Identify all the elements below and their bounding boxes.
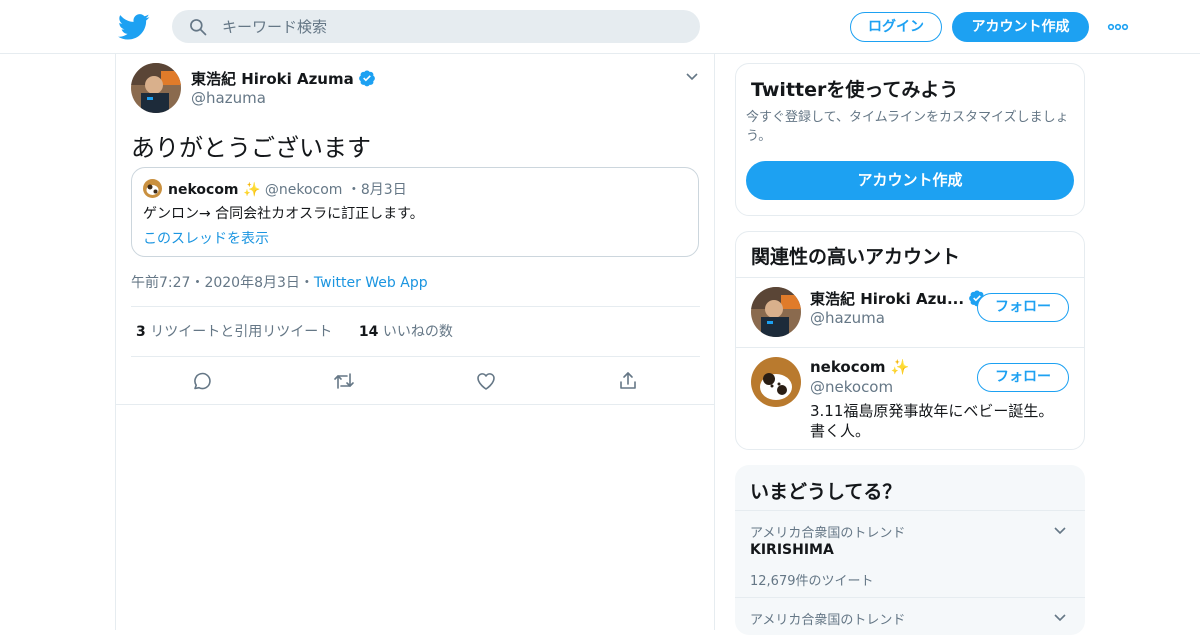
author-name-text[interactable]: 東浩紀 Hiroki Azuma bbox=[191, 70, 354, 88]
trend-tweet-count: 12,679件のツイート bbox=[750, 574, 874, 589]
create-account-button[interactable]: アカウント作成 bbox=[746, 161, 1074, 200]
like-stat[interactable]: 14 いいねの数 bbox=[359, 324, 453, 340]
like-heart-icon[interactable] bbox=[474, 369, 498, 393]
account-avatar-image bbox=[751, 287, 801, 337]
divider bbox=[131, 356, 700, 357]
author-avatar-image bbox=[131, 63, 181, 113]
follow-button[interactable]: フォロー bbox=[977, 293, 1069, 322]
account-name[interactable]: nekocom ✨ bbox=[810, 358, 909, 376]
divider bbox=[736, 277, 1084, 278]
chevron-down-icon[interactable] bbox=[1052, 522, 1068, 538]
chevron-down-icon[interactable] bbox=[684, 68, 700, 84]
signup-button[interactable]: アカウント作成 bbox=[952, 12, 1089, 42]
quoted-avatar-image bbox=[143, 179, 162, 198]
avatar[interactable] bbox=[131, 63, 181, 113]
account-handle[interactable]: @hazuma bbox=[810, 309, 885, 327]
trend-context: アメリカ合衆国のトレンド bbox=[750, 526, 906, 541]
account-bio: 3.11福島原発事故年にベビー誕生。 書く人。 bbox=[810, 402, 1054, 440]
author-handle[interactable]: @hazuma bbox=[191, 89, 266, 107]
follow-button[interactable]: フォロー bbox=[977, 363, 1069, 392]
trend-context: アメリカ合衆国のトレンド bbox=[750, 613, 906, 628]
sparkles-emoji: ✨ bbox=[242, 182, 261, 198]
divider bbox=[735, 510, 1085, 511]
search-box[interactable] bbox=[172, 10, 700, 43]
more-options-icon[interactable] bbox=[1107, 18, 1129, 36]
related-accounts-title: 関連性の高いアカウント bbox=[751, 246, 961, 268]
quoted-tweet[interactable]: nekocom ✨ @nekocom ・8月3日 ゲンロン→ 合同会社カオスラに… bbox=[131, 167, 699, 257]
top-navigation-bar: ログイン アカウント作成 bbox=[0, 0, 1200, 54]
tweet-metadata: 午前7:27・2020年8月3日・Twitter Web App bbox=[131, 272, 428, 292]
trends-card: いまどうしてる？ アメリカ合衆国のトレンド KIRISHIMA 12,679件の… bbox=[735, 465, 1085, 635]
search-icon bbox=[190, 19, 207, 36]
chevron-down-icon[interactable] bbox=[1052, 609, 1068, 625]
quoted-date: 8月3日 bbox=[360, 182, 407, 198]
meta-separator: ・ bbox=[299, 275, 314, 291]
show-thread-link[interactable]: このスレッドを表示 bbox=[143, 228, 269, 248]
retweet-icon[interactable] bbox=[332, 369, 356, 393]
signup-card-title: Twitterを使ってみよう bbox=[751, 79, 959, 101]
avatar[interactable] bbox=[751, 357, 801, 407]
account-avatar-image bbox=[751, 357, 801, 407]
reply-icon[interactable] bbox=[190, 369, 214, 393]
quoted-text: ゲンロン→ 合同会社カオスラに訂正します。 bbox=[143, 206, 424, 222]
retweet-stat[interactable]: 3 リツイートと引用リツイート bbox=[136, 324, 332, 340]
search-input[interactable] bbox=[222, 10, 682, 43]
related-accounts-card: 関連性の高いアカウント 東浩紀 Hiroki Azu... @hazuma フォ… bbox=[735, 231, 1085, 450]
quoted-separator: ・ bbox=[346, 182, 361, 198]
account-name-text[interactable]: 東浩紀 Hiroki Azu... bbox=[810, 290, 964, 308]
avatar[interactable] bbox=[751, 287, 801, 337]
twitter-bird-icon[interactable] bbox=[118, 11, 150, 43]
retweet-count: 3 bbox=[136, 324, 146, 340]
share-icon[interactable] bbox=[616, 369, 640, 393]
tweet-text: ありがとうございます bbox=[131, 134, 371, 162]
meta-separator: ・ bbox=[190, 275, 205, 291]
account-name[interactable]: 東浩紀 Hiroki Azu... bbox=[810, 288, 986, 309]
tweet-source-app[interactable]: Twitter Web App bbox=[314, 275, 428, 291]
tweet-detail-column: 東浩紀 Hiroki Azuma @hazuma ありがとうございます neko… bbox=[115, 54, 715, 630]
login-button[interactable]: ログイン bbox=[850, 12, 942, 42]
divider bbox=[131, 306, 700, 307]
like-count: 14 bbox=[358, 324, 379, 340]
signup-card: Twitterを使ってみよう 今すぐ登録して、タイムラインをカスタマイズしましょ… bbox=[735, 63, 1085, 216]
author-name[interactable]: 東浩紀 Hiroki Azuma bbox=[191, 68, 376, 89]
quoted-header: nekocom ✨ @nekocom ・8月3日 bbox=[168, 179, 407, 199]
divider bbox=[116, 404, 714, 405]
like-label: いいねの数 bbox=[382, 324, 453, 340]
signup-card-subtitle: 今すぐ登録して、タイムラインをカスタマイズしましょう。 bbox=[746, 110, 1069, 144]
quoted-handle: @nekocom bbox=[264, 182, 343, 198]
account-handle[interactable]: @nekocom bbox=[810, 378, 893, 396]
divider bbox=[735, 597, 1085, 598]
verified-badge-icon bbox=[358, 70, 375, 87]
divider bbox=[736, 347, 1084, 348]
tweet-stats: 3 リツイートと引用リツイート 14 いいねの数 bbox=[136, 321, 453, 341]
tweet-time[interactable]: 午前7:27 bbox=[131, 275, 190, 291]
tweet-date[interactable]: 2020年8月3日 bbox=[204, 275, 299, 291]
quoted-avatar bbox=[143, 179, 162, 198]
trends-title: いまどうしてる？ bbox=[750, 481, 902, 503]
retweet-label: リツイートと引用リツイート bbox=[150, 324, 333, 340]
quoted-name: nekocom bbox=[168, 182, 239, 198]
trend-name[interactable]: KIRISHIMA bbox=[750, 542, 834, 558]
